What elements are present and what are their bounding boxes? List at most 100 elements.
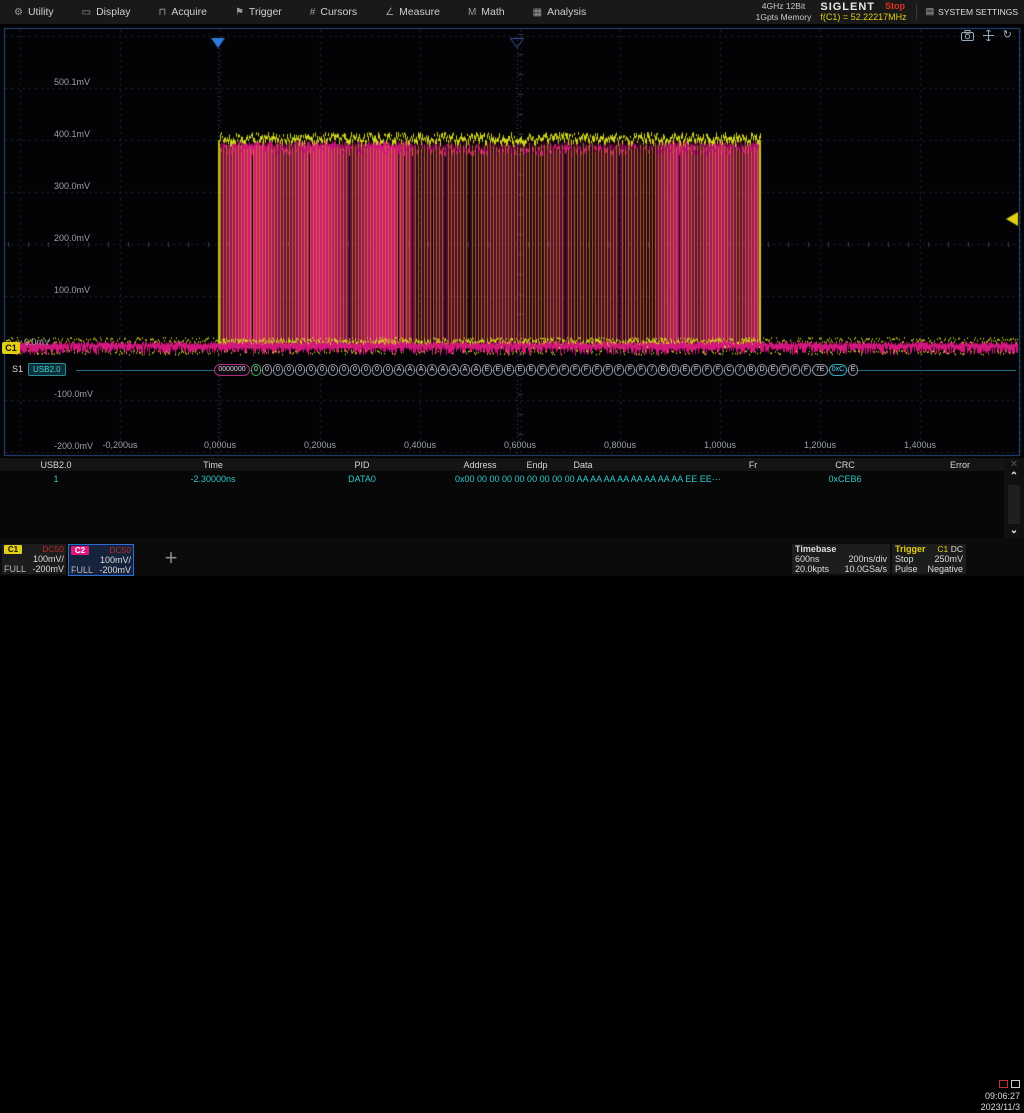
lan-icon — [999, 1080, 1008, 1088]
channel2-scale: 100mV/ — [100, 555, 131, 565]
decode-token-data: F — [570, 364, 580, 376]
channel2-offset: -200mV — [99, 565, 131, 575]
decode-token-data: F — [548, 364, 558, 376]
table-cell-crc[interactable]: 0xCEB6 — [828, 474, 861, 484]
table-cell-time[interactable]: -2.30000ns — [190, 474, 235, 484]
trigger-source: C1 — [937, 544, 948, 554]
scrollbar-track[interactable] — [1008, 485, 1020, 524]
menu-item-display[interactable]: ▭Display — [68, 0, 145, 24]
table-cell-data[interactable]: 0x00 00 00 00 00 00 00 00 00 AA AA AA AA… — [455, 474, 721, 484]
table-cell-pid[interactable]: DATA0 — [348, 474, 376, 484]
move-arrows-icon[interactable] — [983, 30, 994, 41]
rotate-icon[interactable]: ↻ — [1003, 29, 1012, 41]
cursors-icon: # — [310, 7, 316, 18]
decode-token-data: F — [592, 364, 602, 376]
channel1-badge: C1 — [4, 545, 22, 554]
channel1-bandwidth: FULL — [4, 564, 26, 574]
decode-token-data: A — [416, 364, 426, 376]
display-icon: ▭ — [82, 7, 91, 18]
decode-token-data: F — [581, 364, 591, 376]
decode-token-data: 0 — [284, 364, 294, 376]
decode-token-data: A — [394, 364, 404, 376]
decode-token-data: 0 — [350, 364, 360, 376]
menubar-separator — [916, 4, 917, 20]
table-header-endp: Endp — [526, 460, 547, 470]
trigger-panel[interactable]: Trigger C1 DC Stop 250mV Pulse Negative — [892, 544, 966, 574]
decode-token-data: 7E — [812, 364, 828, 376]
frequency-counter: f(C1) = 52.22217MHz — [820, 13, 906, 23]
scroll-up-icon[interactable]: ⌃ — [1010, 471, 1018, 484]
menu-item-acquire[interactable]: ⊓Acquire — [145, 0, 221, 24]
timebase-panel[interactable]: Timebase 600ns 200ns/div 20.0kpts 10.0GS… — [792, 544, 890, 574]
menu-item-trigger[interactable]: ⚑Trigger — [221, 0, 296, 24]
menu-bar: ⚙ Utility ▭Display⊓Acquire⚑Trigger#Cursors… — [0, 0, 1024, 26]
trigger-slope: Negative — [927, 564, 963, 574]
channel2-coupling: DC50 — [109, 545, 131, 555]
decode-token-data: 0 — [361, 364, 371, 376]
utility-icon: ⚙ — [14, 7, 23, 18]
channel1-coupling: DC50 — [42, 544, 64, 554]
decode-token-data: 7 — [647, 364, 657, 376]
trigger-coupling: DC — [951, 544, 963, 554]
table-row-index[interactable]: 1 — [53, 474, 58, 484]
waveform-canvas[interactable] — [0, 26, 1024, 458]
table-header-address: Address — [463, 460, 496, 470]
camera-icon[interactable] — [961, 30, 974, 41]
decode-token-data: F — [559, 364, 569, 376]
decode-bubbles: 00000000000000000000AAAAAAAAEEEEEFFFFFFF… — [214, 364, 859, 376]
table-header-error: Error — [950, 460, 970, 470]
analysis-icon: ▦ — [533, 7, 542, 18]
trigger-level: 250mV — [934, 554, 963, 564]
system-settings-button[interactable]: ▤ SYSTEM SETTINGS — [926, 6, 1018, 17]
timebase-delay: 600ns — [795, 554, 820, 564]
acquire-icon: ⊓ — [159, 7, 167, 18]
decode-token-crc: 0xC — [829, 364, 847, 376]
channel1-position-marker[interactable]: C1 — [2, 342, 20, 354]
decode-token-data: E — [493, 364, 503, 376]
decode-token-data: F — [614, 364, 624, 376]
menu-item-utility[interactable]: ⚙ Utility — [0, 0, 68, 24]
clock-block[interactable]: 09:06:27 2023/11/3 — [966, 1080, 1020, 1113]
utility-label: Utility — [28, 6, 54, 18]
menu-item-analysis[interactable]: ▦Analysis — [519, 0, 601, 24]
menu-item-cursors[interactable]: #Cursors — [296, 0, 371, 24]
measure-label: Measure — [399, 6, 440, 18]
decode-token-data: E — [680, 364, 690, 376]
decode-token-data: E — [504, 364, 514, 376]
decode-token-sync: 0000000 — [214, 364, 250, 376]
decode-token-data: 0 — [372, 364, 382, 376]
decode-token-data: F — [691, 364, 701, 376]
decode-token-data: D — [757, 364, 767, 376]
decode-token-data: F — [801, 364, 811, 376]
close-icon[interactable]: ✕ — [1010, 458, 1018, 471]
bus-type-badge[interactable]: USB2.0 — [28, 363, 66, 376]
timebase-points: 20.0kpts — [795, 564, 829, 574]
channel1-scale: 100mV/ — [33, 554, 64, 564]
decode-token-data: A — [460, 364, 470, 376]
decode-token-data: D — [669, 364, 679, 376]
decode-token-data: E — [848, 364, 858, 376]
channel2-box[interactable]: C2 DC50 100mV/ FULL -200mV — [68, 544, 134, 576]
decode-token-data: F — [537, 364, 547, 376]
menu-item-math[interactable]: MMath — [454, 0, 519, 24]
decode-token-data: A — [449, 364, 459, 376]
decode-token-data: 0 — [306, 364, 316, 376]
timebase-title: Timebase — [795, 544, 836, 554]
add-channel-button[interactable]: + — [142, 544, 200, 574]
decode-token-data: 0 — [295, 364, 305, 376]
clock-date: 2023/11/3 — [966, 1102, 1020, 1113]
table-header-crc: CRC — [835, 460, 855, 470]
system-settings-label: SYSTEM SETTINGS — [938, 7, 1018, 17]
system-settings-icon: ▤ — [926, 6, 935, 17]
brand-block: SIGLENT Stop f(C1) = 52.22217MHz — [820, 1, 906, 23]
decode-token-data: B — [746, 364, 756, 376]
menu-item-measure[interactable]: ∠Measure — [371, 0, 454, 24]
decode-token-pid: 0 — [251, 364, 261, 376]
decode-event-table: USB2.0TimePIDAddressEndpDataFrCRCError 1… — [0, 458, 1024, 538]
decode-token-data: 7 — [735, 364, 745, 376]
math-icon: M — [468, 7, 476, 18]
waveform-display[interactable]: 500.1mV400.1mV300.0mV200.0mV100.0mV0.0mV… — [0, 26, 1024, 458]
scroll-down-icon[interactable]: ⌄ — [1010, 525, 1018, 538]
channel1-box[interactable]: C1 DC50 100mV/ FULL -200mV — [2, 544, 66, 574]
decode-token-data: 0 — [273, 364, 283, 376]
